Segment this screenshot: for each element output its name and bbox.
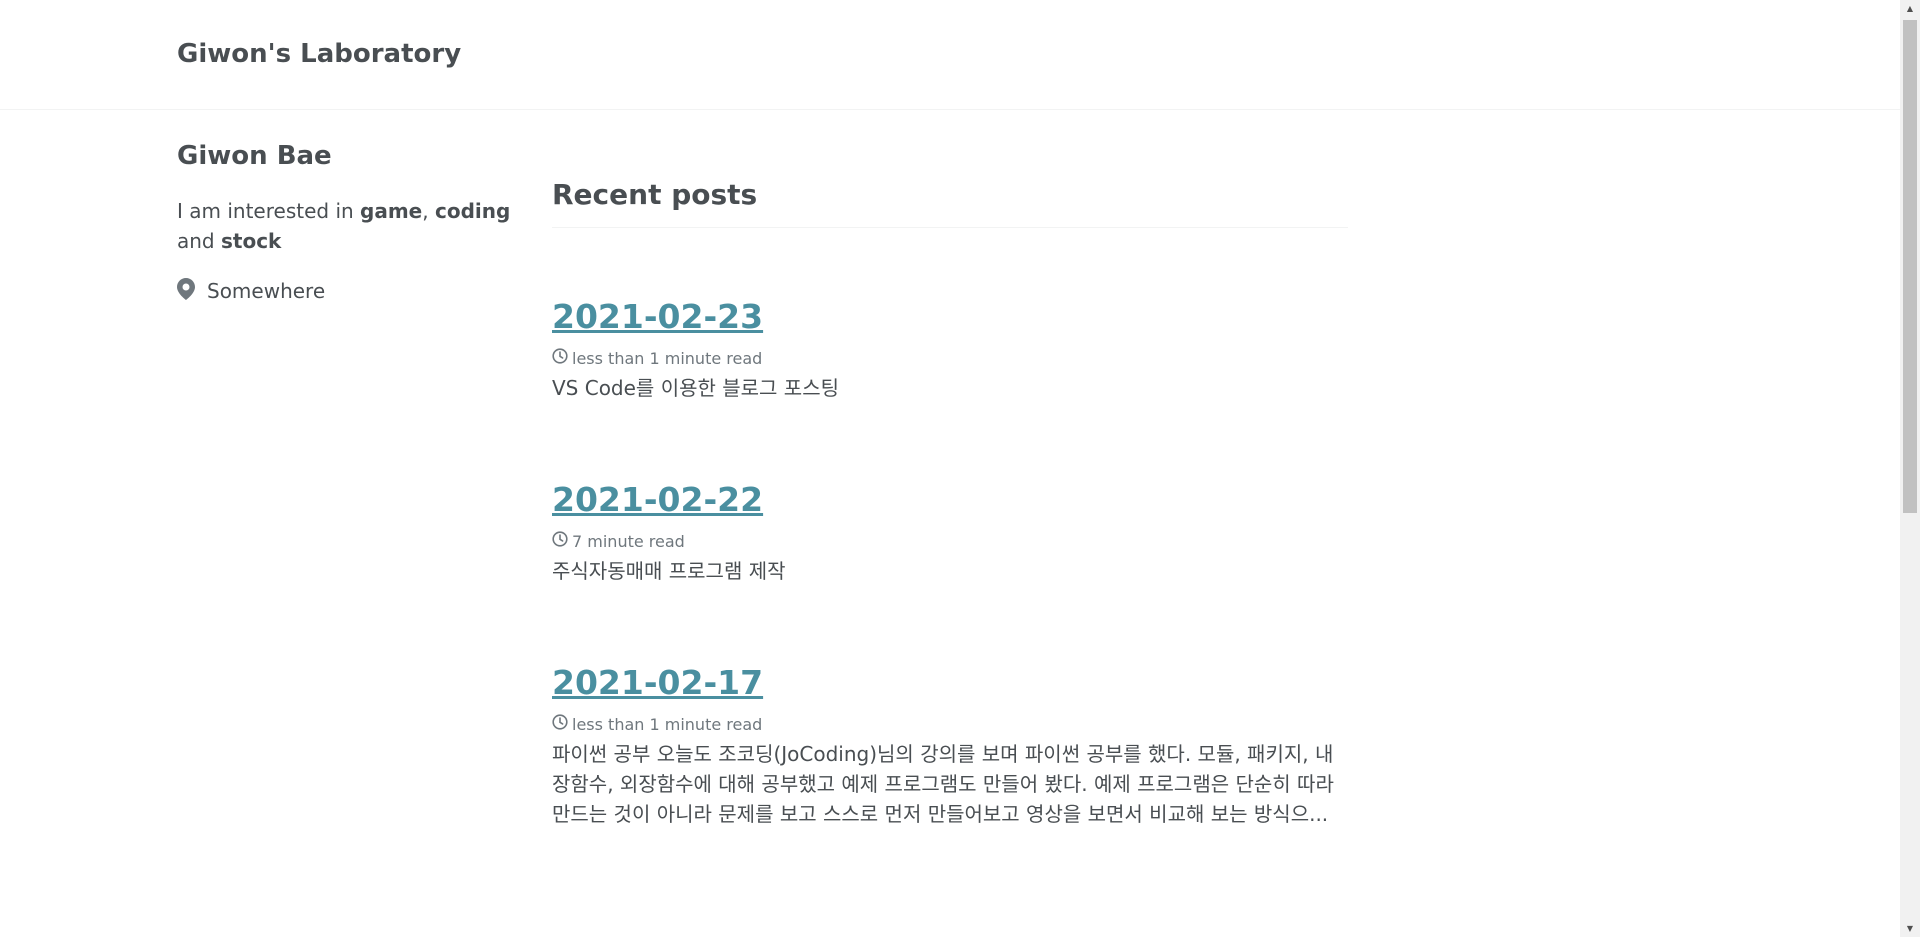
scroll-up-arrow-icon[interactable]: ▲	[1900, 0, 1920, 17]
post-meta: less than 1 minute read	[552, 347, 1348, 369]
map-marker-icon	[177, 277, 207, 305]
author-location: Somewhere	[177, 276, 517, 306]
site-title-link[interactable]: Giwon's Laboratory	[177, 39, 461, 69]
bio-word-coding: coding	[434, 199, 511, 223]
clock-icon	[552, 714, 572, 734]
vertical-scrollbar[interactable]: ▲ ▼	[1900, 0, 1920, 937]
post-excerpt: 파이썬 공부 오늘도 조코딩(JoCoding)님의 강의를 보며 파이썬 공부…	[552, 742, 1334, 826]
clock-icon	[552, 531, 572, 551]
post-item: 2021-02-17 less than 1 minute read 파이썬 공…	[552, 661, 1348, 829]
author-bio: I am interested in game, coding and stoc…	[177, 196, 517, 256]
scroll-down-arrow-icon[interactable]: ▼	[1900, 920, 1920, 937]
post-meta: less than 1 minute read	[552, 713, 1348, 735]
post-meta: 7 minute read	[552, 530, 1348, 552]
bio-separator: ,	[422, 199, 435, 223]
read-time: 7 minute read	[572, 531, 685, 551]
bio-separator: and	[177, 229, 221, 253]
author-sidebar: Giwon Bae I am interested in game, codin…	[177, 138, 517, 306]
read-time: less than 1 minute read	[572, 348, 763, 368]
bio-prefix: I am interested in	[177, 199, 361, 223]
main-content: Recent posts 2021-02-23 less than 1 minu…	[552, 175, 1348, 826]
bio-word-stock: stock	[220, 229, 282, 253]
post-item: 2021-02-22 7 minute read 주식자동매매 프로그램 제작	[552, 478, 1348, 586]
post-title-link[interactable]: 2021-02-23	[552, 295, 763, 339]
post-item: 2021-02-23 less than 1 minute read VS Co…	[552, 295, 1348, 403]
scrollbar-thumb[interactable]	[1903, 20, 1917, 513]
post-excerpt: VS Code를 이용한 블로그 포스팅	[552, 376, 840, 400]
location-text: Somewhere	[207, 279, 326, 303]
bio-word-game: game	[360, 199, 423, 223]
masthead: Giwon's Laboratory	[0, 0, 1900, 110]
clock-icon	[552, 348, 572, 368]
read-time: less than 1 minute read	[572, 714, 763, 734]
post-title-link[interactable]: 2021-02-17	[552, 661, 763, 705]
post-excerpt: 주식자동매매 프로그램 제작	[552, 559, 786, 583]
section-title: Recent posts	[552, 175, 1348, 228]
author-name: Giwon Bae	[177, 141, 332, 171]
post-title-link[interactable]: 2021-02-22	[552, 478, 763, 522]
